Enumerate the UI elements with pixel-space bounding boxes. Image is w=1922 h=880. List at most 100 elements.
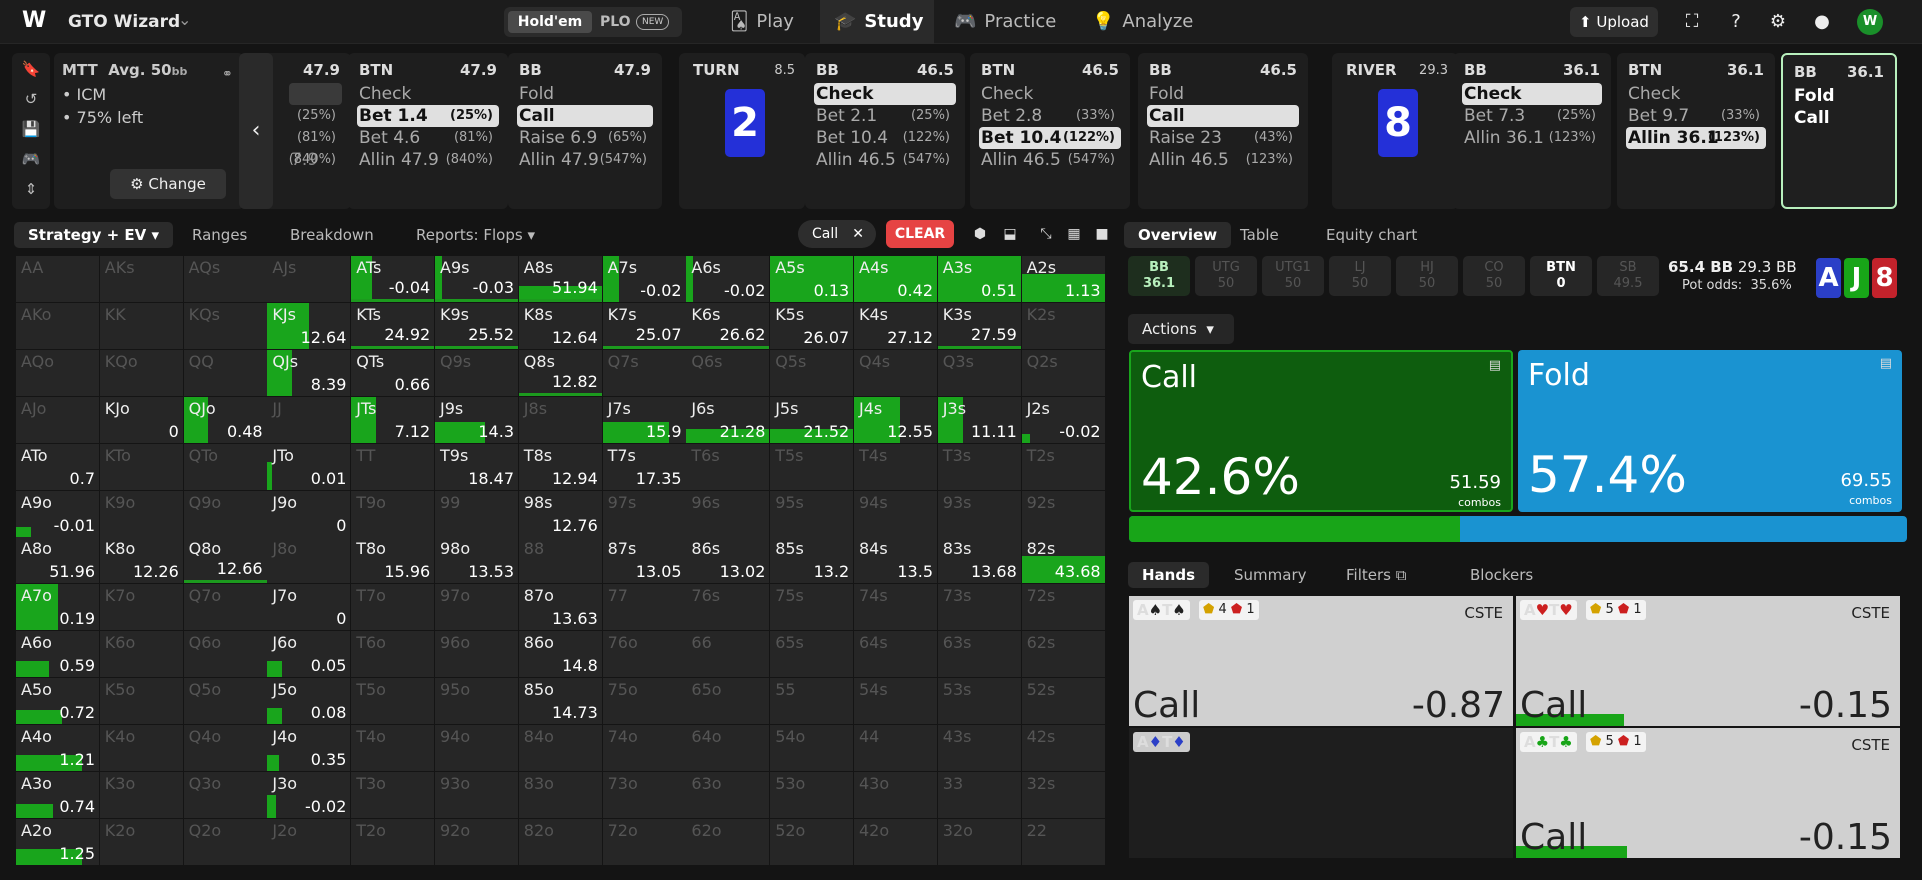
hand-cell[interactable]: K6o (99, 631, 183, 678)
hand-cell[interactable]: Q5o (183, 678, 267, 725)
hand-cell[interactable]: ATo 0.7 (16, 443, 99, 490)
hand-cell[interactable]: KJs 12.64 (267, 302, 351, 349)
hand-cell[interactable]: A4s 0.42 (854, 256, 937, 302)
hand-cell[interactable]: J9s 14.3 (435, 396, 518, 443)
hand-cell[interactable]: 96s (686, 490, 770, 537)
hand-cell[interactable]: 83s 13.68 (937, 537, 1021, 584)
hand-cell[interactable]: J9o 0 (267, 490, 351, 537)
hand-cell[interactable]: Q8o 12.66 (183, 537, 267, 584)
hand-cell[interactable]: T4s (854, 443, 937, 490)
change-button[interactable]: ⚙ Change (110, 169, 226, 199)
notes-icon[interactable]: ▤ (1489, 358, 1501, 373)
hand-cell[interactable]: 93s (937, 490, 1021, 537)
hand-cell[interactable]: A9o -0.01 (16, 490, 99, 537)
hand-cell[interactable]: ATs -0.04 (351, 256, 435, 302)
hand-cell[interactable]: 52s (1021, 678, 1105, 725)
summary-fold[interactable]: Fold ▤ 57.4% 69.55 combos (1518, 350, 1902, 512)
action-option[interactable]: Check (1626, 83, 1766, 105)
hand-cell[interactable]: J7s 15.9 (602, 396, 686, 443)
hand-cell[interactable]: 65s (770, 631, 854, 678)
hand-cell[interactable]: 64s (854, 631, 937, 678)
hand-cell[interactable]: AKo (16, 302, 99, 349)
position-bb[interactable]: BB 36.1 (1128, 256, 1190, 296)
history-icon[interactable]: ↺ (12, 85, 50, 113)
hand-cell[interactable]: Q7s (602, 349, 686, 396)
hand-cell[interactable]: 98s 12.76 (518, 490, 602, 537)
account-icon[interactable]: ● (1810, 10, 1834, 34)
hand-cell[interactable]: Q7o (183, 584, 267, 631)
hand-cell[interactable]: 88 (518, 537, 602, 584)
hand-cell[interactable]: T2s (1021, 443, 1105, 490)
hand-cell[interactable]: QJo 0.48 (183, 396, 267, 443)
compress-icon[interactable]: ⤡ (1034, 222, 1058, 246)
hand-cell[interactable]: T6o (351, 631, 435, 678)
hand-cell[interactable]: Q2o (183, 818, 267, 865)
avatar[interactable]: W (1857, 9, 1883, 35)
tab-strategy-ev[interactable]: Strategy + EV ▾ (14, 222, 173, 248)
hand-cell[interactable]: K6s 26.62 (686, 302, 770, 349)
action-card-bb[interactable]: BB 46.5 Check Bet 2.1 (25%) Bet 10.4 (122%) All… (805, 53, 965, 209)
hand-cell[interactable]: KK (99, 302, 183, 349)
single-view-icon[interactable]: ■ (1090, 222, 1114, 246)
filter-chip-call[interactable]: Call ✕ (798, 220, 876, 248)
cube-icon[interactable]: ⬢ (968, 222, 992, 246)
hand-cell[interactable]: A8s 51.94 (518, 256, 602, 302)
holdem-toggle[interactable]: Hold'em (508, 11, 592, 33)
screenshot-icon[interactable]: ⛶ (1680, 10, 1704, 34)
action-option[interactable]: Bet 2.1 (25%) (814, 105, 956, 127)
hand-cell[interactable]: K9s 25.52 (435, 302, 518, 349)
hand-cell[interactable]: 86o 14.8 (518, 631, 602, 678)
hand-cell[interactable]: K7s 25.07 (602, 302, 686, 349)
hand-cell[interactable]: 65o (686, 678, 770, 725)
collapse-icon[interactable]: ⇕ (12, 175, 50, 203)
hand-cell[interactable]: 52o (770, 818, 854, 865)
hand-cell[interactable]: KQs (183, 302, 267, 349)
hand-cell[interactable]: 92s (1021, 490, 1105, 537)
hand-cell[interactable]: 42o (854, 818, 937, 865)
action-option[interactable]: Check (357, 83, 499, 105)
hand-cell[interactable]: 53o (770, 771, 854, 818)
action-option[interactable]: Call (1147, 105, 1299, 127)
hand-combo[interactable]: A♦T♦ (1129, 728, 1513, 858)
hand-cell[interactable]: J2s -0.02 (1021, 396, 1105, 443)
hand-cell[interactable]: 82s 43.68 (1021, 537, 1105, 584)
save-icon[interactable]: 💾 (12, 115, 50, 143)
help-icon[interactable]: ? (1724, 10, 1748, 34)
action-card-btn[interactable]: BTN 46.5 Check Bet 2.8 (33%) Bet 10.4 (122%) Al… (970, 53, 1130, 209)
hand-cell[interactable]: A9s -0.03 (435, 256, 518, 302)
hand-cell[interactable]: 44 (854, 725, 937, 771)
action-card-btn[interactable]: BTN 47.9 Check Bet 1.4 (25%) Bet 4.6 (81%) Alli… (348, 53, 508, 209)
action-option[interactable]: Allin 47.9 (840%) (357, 149, 499, 171)
hand-cell[interactable]: JTs 7.12 (351, 396, 435, 443)
hand-cell[interactable]: 54o (770, 725, 854, 771)
hand-cell[interactable]: QJs 8.39 (267, 349, 351, 396)
hand-cell[interactable]: 74s (854, 584, 937, 631)
hand-cell[interactable]: 62s (1021, 631, 1105, 678)
hand-cell[interactable]: K9o (99, 490, 183, 537)
hand-combo[interactable]: A♥T♥ ⬟ 5 ⬟ 1 CSTE Call -0.15 (1516, 596, 1900, 726)
hand-cell[interactable]: 84s 13.5 (854, 537, 937, 584)
hand-cell[interactable]: 32o (937, 818, 1021, 865)
tab-blockers[interactable]: Blockers (1456, 562, 1547, 588)
hand-cell[interactable]: 72s (1021, 584, 1105, 631)
hand-cell[interactable]: J5s 21.52 (770, 396, 854, 443)
hand-cell[interactable]: 33 (937, 771, 1021, 818)
hand-cell[interactable]: K3s 27.59 (937, 302, 1021, 349)
hand-cell[interactable]: J3o -0.02 (267, 771, 351, 818)
hand-cell[interactable]: 53s (937, 678, 1021, 725)
action-option[interactable]: Bet 9.7 (33%) (1626, 105, 1766, 127)
hand-cell[interactable]: Q4o (183, 725, 267, 771)
hand-cell[interactable]: J4o 0.35 (267, 725, 351, 771)
hand-cell[interactable]: 94s (854, 490, 937, 537)
hand-cell[interactable]: K2o (99, 818, 183, 865)
hand-cell[interactable]: QQ (183, 349, 267, 396)
hand-cell[interactable]: 82o (518, 818, 602, 865)
hand-combo[interactable]: A♠T♠ ⬟ 4 ⬟ 1 CSTE Call -0.87 (1129, 596, 1513, 726)
action-option[interactable]: Allin 36.1 (123%) (1626, 127, 1766, 149)
hand-cell[interactable]: 64o (686, 725, 770, 771)
hand-cell[interactable]: T8o 15.96 (351, 537, 435, 584)
brand-name[interactable]: GTO Wizard (68, 12, 180, 32)
position-co[interactable]: CO 50 (1463, 256, 1525, 296)
tab-ranges[interactable]: Ranges (178, 222, 261, 248)
bookmark-icon[interactable]: 🔖 (12, 55, 50, 83)
